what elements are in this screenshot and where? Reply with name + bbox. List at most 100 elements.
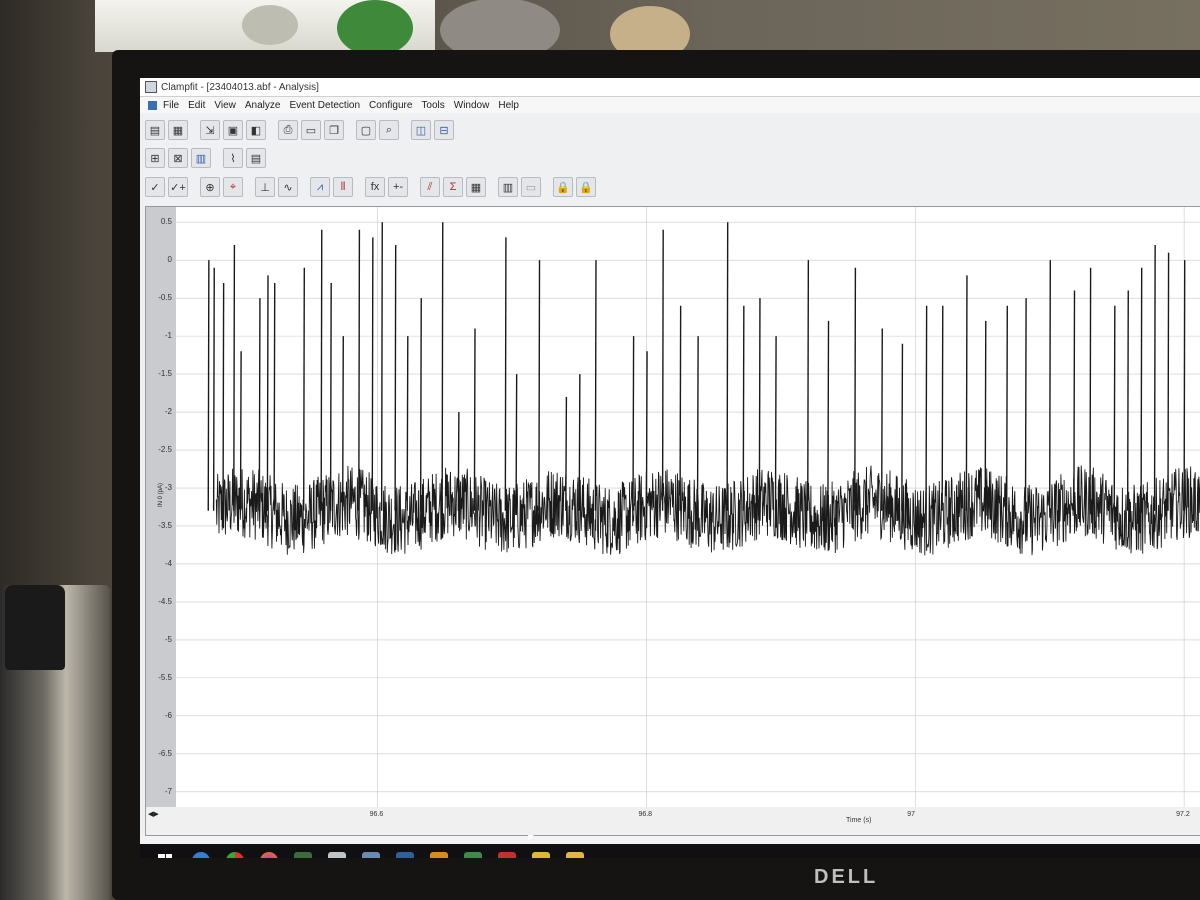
window-tile-horizontal-icon[interactable]: ⊟: [434, 120, 454, 140]
excel-icon[interactable]: [464, 852, 482, 858]
y-tick-label: -6: [164, 710, 172, 720]
folder-icon[interactable]: [566, 852, 584, 858]
edge-icon[interactable]: [192, 852, 210, 858]
word-icon[interactable]: [498, 852, 516, 858]
files-icon[interactable]: [532, 852, 550, 858]
x-tick-label: 96.6: [369, 811, 384, 818]
clipboard-icon[interactable]: ▢: [356, 120, 376, 140]
spike-event: [1183, 260, 1186, 511]
results-icon[interactable]: ▦: [466, 177, 486, 197]
photo-background: DELL Clampfit - [23404013.abf - Analysis…: [0, 0, 1200, 900]
y-tick-label: -4: [164, 558, 172, 568]
spike-event: [807, 260, 810, 511]
spray-can-cap: [5, 585, 65, 670]
x-scroll-arrows[interactable]: ◀▶: [148, 810, 159, 818]
y-tick-label: -4.5: [158, 596, 172, 606]
sum-icon[interactable]: Σ: [443, 177, 463, 197]
menu-view[interactable]: View: [214, 100, 236, 111]
media-icon[interactable]: [294, 852, 312, 858]
spike-event: [578, 374, 581, 511]
menu-configure[interactable]: Configure: [369, 100, 412, 111]
menu-tools[interactable]: Tools: [421, 100, 444, 111]
clampfit-icon[interactable]: [328, 852, 346, 858]
spike-event: [925, 305, 928, 511]
open-data-icon[interactable]: ▤: [145, 120, 165, 140]
select-icon[interactable]: ⊞: [145, 148, 165, 168]
y-tick-label: -6.5: [158, 748, 172, 758]
trace-svg: [176, 207, 1200, 807]
zoom-icon[interactable]: ⌕: [379, 120, 399, 140]
menu-file[interactable]: File: [163, 100, 179, 111]
accept-next-icon[interactable]: ✓+: [168, 177, 188, 197]
spike-event: [1113, 305, 1116, 511]
spike-event: [515, 374, 518, 511]
statistics-icon[interactable]: ⩘: [310, 177, 330, 197]
spike-event: [341, 336, 344, 511]
menu-window[interactable]: Window: [454, 100, 490, 111]
menu-bar: File Edit View Analyze Event Detection C…: [140, 97, 1200, 113]
spike-event: [233, 244, 236, 511]
histogram-icon[interactable]: ⫴: [333, 177, 353, 197]
menu-event-detection[interactable]: Event Detection: [289, 100, 360, 111]
spike-event: [827, 320, 830, 511]
fit-icon[interactable]: ∿: [278, 177, 298, 197]
baseline-icon[interactable]: ⊥: [255, 177, 275, 197]
spike-event: [266, 275, 269, 511]
deselect-icon[interactable]: ⊠: [168, 148, 188, 168]
save-as-icon[interactable]: ◧: [246, 120, 266, 140]
arithmetic-icon[interactable]: +-: [388, 177, 408, 197]
plot-area[interactable]: [176, 207, 1200, 807]
accept-icon[interactable]: ✓: [145, 177, 165, 197]
print-icon[interactable]: ⎙: [278, 120, 298, 140]
y-tick-label: 0.5: [160, 217, 172, 227]
visio-icon[interactable]: [430, 852, 448, 858]
function-icon[interactable]: fx: [365, 177, 385, 197]
level-edit-icon[interactable]: ▭: [521, 177, 541, 197]
firefox-icon[interactable]: [260, 852, 278, 858]
window-tile-vertical-icon[interactable]: ◫: [411, 120, 431, 140]
spike-event: [358, 229, 361, 511]
spike-event: [380, 222, 383, 511]
level-icon[interactable]: ▥: [498, 177, 518, 197]
lock-icon[interactable]: 🔒: [553, 177, 573, 197]
menu-analyze[interactable]: Analyze: [245, 100, 281, 111]
document-icon[interactable]: [148, 100, 157, 110]
spike-event: [212, 267, 215, 511]
menu-help[interactable]: Help: [498, 100, 519, 111]
menu-edit[interactable]: Edit: [188, 100, 205, 111]
x-tick-label: 96.8: [638, 811, 653, 818]
y-tick-label: -5: [164, 634, 172, 644]
spike-event: [538, 260, 541, 511]
explorer-icon[interactable]: [362, 852, 380, 858]
chrome-icon[interactable]: [226, 852, 244, 858]
import-icon[interactable]: ⇲: [200, 120, 220, 140]
y-tick-label: -0.5: [158, 293, 172, 303]
spike-event: [854, 267, 857, 511]
current-trace: [215, 465, 1200, 556]
zoom-in-icon[interactable]: ⊕: [200, 177, 220, 197]
taskbar: [140, 844, 1200, 858]
open-analysis-icon[interactable]: ▦: [168, 120, 188, 140]
copy-icon[interactable]: ❐: [324, 120, 344, 140]
save-icon[interactable]: ▣: [223, 120, 243, 140]
lock-all-icon[interactable]: 🔒: [576, 177, 596, 197]
y-tick-label: -2.5: [158, 445, 172, 455]
start-icon[interactable]: [158, 854, 172, 858]
app-icon: [145, 81, 157, 93]
app-icon[interactable]: [396, 852, 414, 858]
properties-icon[interactable]: ▥: [191, 148, 211, 168]
analysis-window: IN 0 (pA) ▲▼ 0.50-0.5-1-1.5-2-2.5-3-3.5-…: [145, 206, 1200, 836]
report-icon[interactable]: ▤: [246, 148, 266, 168]
spike-event: [371, 237, 374, 511]
spike-event: [329, 282, 332, 511]
spike-event: [1089, 267, 1092, 511]
spike-event: [419, 298, 422, 511]
spike-event: [1153, 244, 1156, 511]
x-axis-bar: ◀▶ 96.6 96.8 97 97.2 Time (s): [146, 807, 1200, 835]
trace-icon[interactable]: ⌇: [223, 148, 243, 168]
horizontal-scrollbar[interactable]: [140, 836, 1200, 844]
event-icon[interactable]: ⫽: [420, 177, 440, 197]
spike-event: [1126, 290, 1129, 511]
cursor-icon[interactable]: ⌖: [223, 177, 243, 197]
print-preview-icon[interactable]: ▭: [301, 120, 321, 140]
